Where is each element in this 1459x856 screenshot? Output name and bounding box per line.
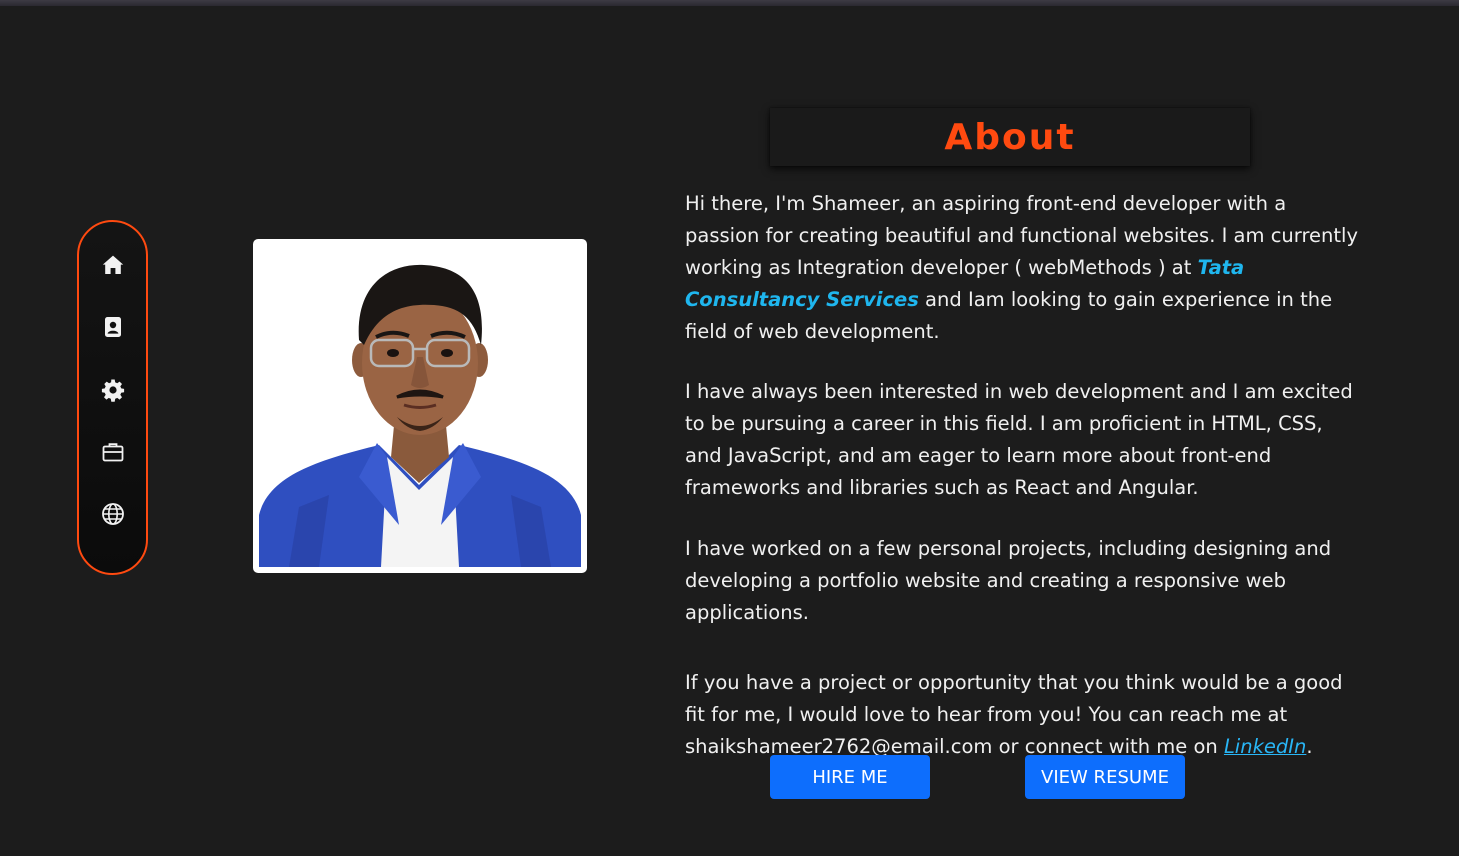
- about-content: Hi there, I'm Shameer, an aspiring front…: [685, 188, 1365, 763]
- side-navigation: [77, 220, 148, 575]
- home-icon: [102, 255, 123, 274]
- contact-text-end: .: [1306, 735, 1313, 758]
- nav-about[interactable]: [98, 312, 128, 342]
- portfolio-page: About Hi there, I'm Shameer, an aspiring…: [0, 0, 1459, 856]
- nav-contact[interactable]: [98, 499, 128, 529]
- about-title: About: [944, 116, 1076, 158]
- briefcase-icon: [102, 443, 123, 462]
- gear-icon: [101, 379, 124, 402]
- interest-paragraph: I have always been interested in web dev…: [685, 380, 1353, 499]
- contact-paragraph: If you have a project or opportunity tha…: [685, 667, 1365, 763]
- browser-top-strip: [0, 0, 1459, 6]
- nav-projects[interactable]: [98, 437, 128, 467]
- about-heading-box: About: [770, 108, 1250, 166]
- projects-paragraph: I have worked on a few personal projects…: [685, 537, 1332, 624]
- intro-paragraph: Hi there, I'm Shameer, an aspiring front…: [685, 188, 1365, 348]
- intro-text: Hi there, I'm Shameer, an aspiring front…: [685, 192, 1359, 279]
- globe-icon: [101, 503, 124, 525]
- hire-me-button[interactable]: HIRE ME: [770, 755, 930, 799]
- profile-photo: [259, 245, 581, 567]
- linkedin-link[interactable]: LinkedIn: [1224, 735, 1306, 758]
- nav-home[interactable]: [98, 250, 128, 280]
- nav-skills[interactable]: [98, 375, 128, 405]
- view-resume-button[interactable]: VIEW RESUME: [1025, 755, 1185, 799]
- profile-photo-frame: [253, 239, 587, 573]
- contact-card-icon: [104, 317, 121, 338]
